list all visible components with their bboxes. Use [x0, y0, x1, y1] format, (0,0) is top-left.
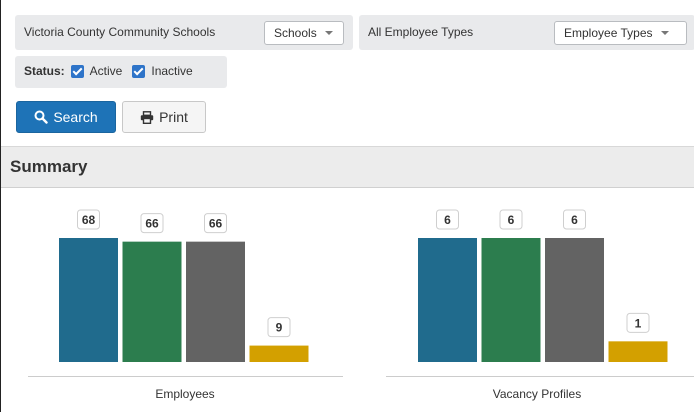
- value-label-0-3: 9: [276, 321, 283, 335]
- value-label-1-2: 6: [571, 213, 578, 227]
- bar-0-1[interactable]: [122, 241, 182, 362]
- bar-0-3[interactable]: [249, 345, 309, 362]
- value-label-0-1: 66: [145, 217, 159, 231]
- chart-title-1: Vacancy Profiles: [493, 387, 581, 401]
- value-label-0-0: 68: [82, 213, 96, 227]
- value-label-1-0: 6: [444, 213, 451, 227]
- value-label-0-2: 66: [209, 217, 223, 231]
- bar-1-2[interactable]: [545, 238, 604, 362]
- value-label-1-1: 6: [508, 213, 515, 227]
- chart-title-0: Employees: [155, 387, 214, 401]
- bar-1-1[interactable]: [481, 238, 541, 362]
- value-label-1-3: 1: [635, 316, 642, 330]
- bar-0-0[interactable]: [59, 238, 118, 362]
- summary-charts: 68 66 669Employees6 6 61Vacancy Profiles: [28, 209, 694, 401]
- bar-0-2[interactable]: [186, 241, 245, 362]
- bar-1-3[interactable]: [608, 341, 668, 362]
- bar-1-0[interactable]: [418, 238, 477, 362]
